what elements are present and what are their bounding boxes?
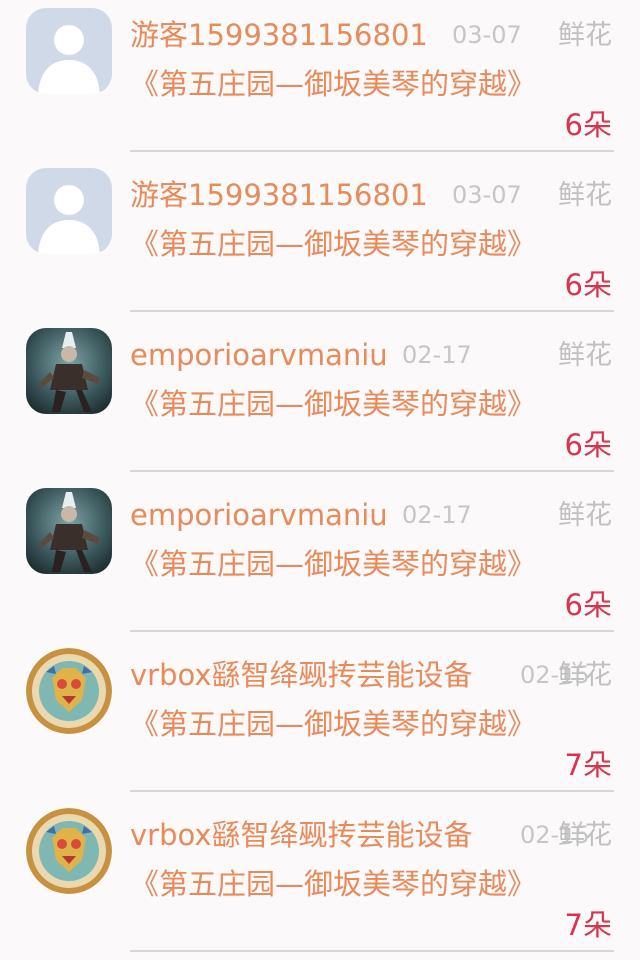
gift-record-row[interactable]: vrbox繇智绛觋抟芸能设备 02-15 鲜花 《第五庄园—御坂美琴的穿越》 7… [0, 640, 640, 800]
gift-record-row[interactable]: emporioarvmaniu 02-17 鲜花 《第五庄园—御坂美琴的穿越》 … [0, 320, 640, 480]
gift-type: 鲜花 [558, 500, 612, 531]
row-divider [130, 790, 614, 792]
row-divider [130, 950, 614, 952]
row-divider [130, 150, 614, 152]
row-divider [130, 310, 614, 312]
gift-type: 鲜花 [558, 820, 612, 851]
gift-count: 6朵 [564, 108, 612, 142]
gift-record-row[interactable]: vrbox繇智绛觋抟芸能设备 02-15 鲜花 《第五庄园—御坂美琴的穿越》 7… [0, 800, 640, 960]
sender-name[interactable]: 游客1599381156801 [130, 175, 428, 215]
default-person-avatar-icon[interactable] [26, 168, 112, 254]
gift-count: 7朵 [564, 748, 612, 782]
sender-name[interactable]: emporioarvmaniu [130, 495, 388, 535]
gift-count: 6朵 [564, 588, 612, 622]
illustrated-medallion-avatar-icon[interactable] [26, 648, 112, 734]
gift-count: 6朵 [564, 428, 612, 462]
gift-type: 鲜花 [558, 660, 612, 691]
gift-record-row[interactable]: emporioarvmaniu 02-17 鲜花 《第五庄园—御坂美琴的穿越》 … [0, 480, 640, 640]
gift-record-row[interactable]: 游客1599381156801 03-07 鲜花 《第五庄园—御坂美琴的穿越》 … [0, 160, 640, 320]
book-title[interactable]: 《第五庄园—御坂美琴的穿越》 [130, 62, 536, 106]
gift-count: 6朵 [564, 268, 612, 302]
book-title[interactable]: 《第五庄园—御坂美琴的穿越》 [130, 702, 536, 746]
sender-name[interactable]: vrbox繇智绛觋抟芸能设备 [130, 815, 473, 855]
gift-type: 鲜花 [558, 340, 612, 371]
gift-date: 03-07 [452, 181, 522, 209]
sender-name[interactable]: 游客1599381156801 [130, 15, 428, 55]
book-title[interactable]: 《第五庄园—御坂美琴的穿越》 [130, 222, 536, 266]
default-person-avatar-icon[interactable] [26, 8, 112, 94]
row-divider [130, 630, 614, 632]
book-title[interactable]: 《第五庄园—御坂美琴的穿越》 [130, 862, 536, 906]
gift-date: 02-17 [402, 341, 472, 369]
gift-type: 鲜花 [558, 20, 612, 51]
sender-name[interactable]: vrbox繇智绛觋抟芸能设备 [130, 655, 473, 695]
row-divider [130, 470, 614, 472]
gift-count: 7朵 [564, 908, 612, 942]
sender-name[interactable]: emporioarvmaniu [130, 335, 388, 375]
gift-type: 鲜花 [558, 180, 612, 211]
gift-record-list: 游客1599381156801 03-07 鲜花 《第五庄园—御坂美琴的穿越》 … [0, 0, 640, 960]
gift-date: 02-17 [402, 501, 472, 529]
gift-record-row[interactable]: 游客1599381156801 03-07 鲜花 《第五庄园—御坂美琴的穿越》 … [0, 0, 640, 160]
illustrated-medallion-avatar-icon[interactable] [26, 808, 112, 894]
book-title[interactable]: 《第五庄园—御坂美琴的穿越》 [130, 382, 536, 426]
gift-date: 03-07 [452, 21, 522, 49]
game-character-avatar-icon[interactable] [26, 328, 112, 414]
game-character-avatar-icon[interactable] [26, 488, 112, 574]
book-title[interactable]: 《第五庄园—御坂美琴的穿越》 [130, 542, 536, 586]
